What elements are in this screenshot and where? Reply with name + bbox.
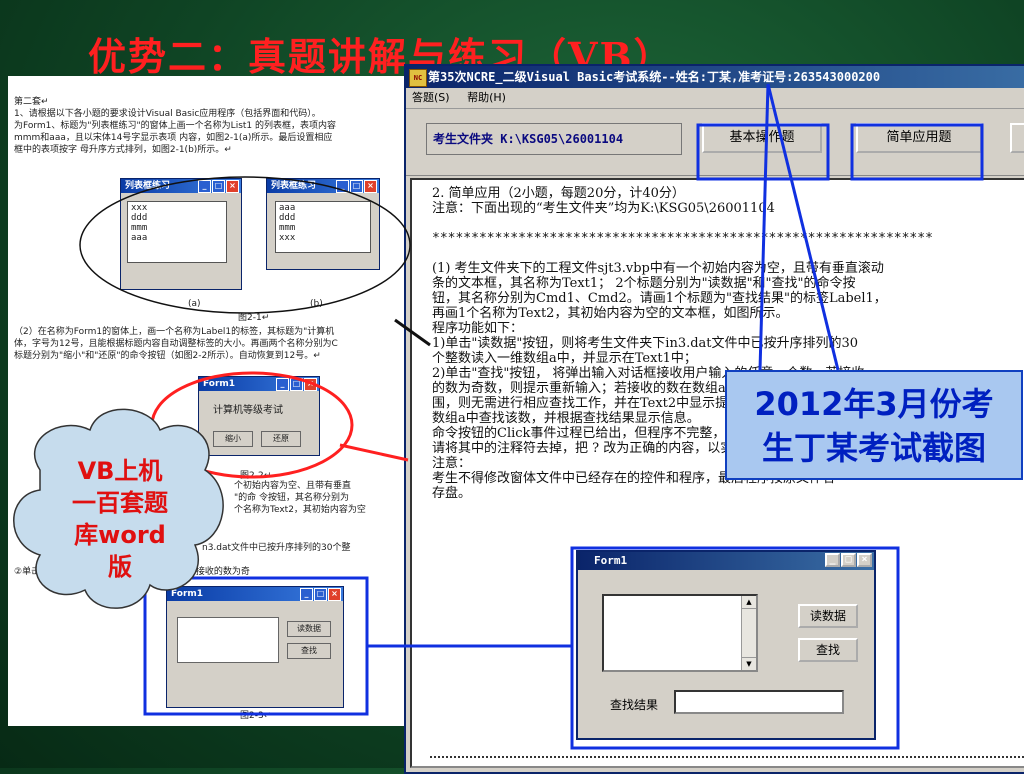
callout-line: 2012年3月份考: [754, 385, 994, 423]
cloud-line: VB上机: [77, 457, 163, 485]
pointer-line: [758, 83, 770, 371]
cloud-line: 版: [108, 553, 132, 581]
cloud-line: 一百套题: [72, 489, 168, 517]
cloud-line: 库word: [74, 521, 166, 549]
highlight-simple-tab: [850, 123, 984, 181]
pointer-line: [339, 443, 409, 462]
cloud-callout-text: VB上机 一百套题 库word 版: [40, 455, 200, 583]
highlight-doc-form3: [143, 576, 369, 716]
callout-line: 生丁某考试截图: [761, 429, 986, 467]
highlight-basic-tab: [696, 123, 830, 181]
highlight-ellipse: [79, 176, 411, 314]
pointer-line: [394, 318, 431, 347]
highlight-form1: [570, 546, 900, 750]
screenshot-callout: 2012年3月份考 生丁某考试截图: [725, 370, 1023, 480]
